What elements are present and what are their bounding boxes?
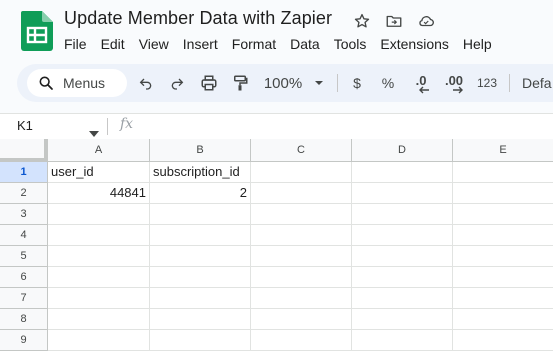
paint-format-icon[interactable]	[229, 73, 251, 93]
row-header-8[interactable]: 8	[0, 309, 48, 330]
row-header-6[interactable]: 6	[0, 267, 48, 288]
cell-a7[interactable]	[48, 288, 150, 309]
cell-d6[interactable]	[352, 267, 453, 288]
column-header-e[interactable]: E	[453, 139, 553, 162]
row-header-5[interactable]: 5	[0, 246, 48, 267]
cell-a8[interactable]	[48, 309, 150, 330]
cell-c4[interactable]	[251, 225, 352, 246]
search-menus-button[interactable]: Menus	[27, 69, 127, 97]
star-icon[interactable]	[350, 10, 374, 32]
cell-d2[interactable]	[352, 183, 453, 204]
name-box[interactable]: K1	[17, 118, 33, 133]
cell-c1[interactable]	[251, 162, 352, 183]
menu-data[interactable]: Data	[283, 34, 327, 54]
cell-e6[interactable]	[453, 267, 553, 288]
select-all-corner[interactable]	[0, 139, 48, 162]
increase-arrow-icon	[452, 86, 464, 94]
search-menus-label: Menus	[63, 75, 106, 91]
cell-c2[interactable]	[251, 183, 352, 204]
cell-e5[interactable]	[453, 246, 553, 267]
menu-extensions[interactable]: Extensions	[373, 34, 455, 54]
cell-d3[interactable]	[352, 204, 453, 225]
cell-d1[interactable]	[352, 162, 453, 183]
column-header-a[interactable]: A	[48, 139, 150, 162]
undo-icon[interactable]	[135, 73, 157, 93]
cell-a6[interactable]	[48, 267, 150, 288]
row-header-4[interactable]: 4	[0, 225, 48, 246]
cell-a2[interactable]: 44841	[48, 183, 150, 204]
redo-icon[interactable]	[166, 73, 188, 93]
zoom-dropdown-icon[interactable]	[313, 73, 325, 93]
cell-b1[interactable]: subscription_id	[150, 162, 251, 183]
column-header-b[interactable]: B	[150, 139, 251, 162]
cell-e3[interactable]	[453, 204, 553, 225]
cell-a1[interactable]: user_id	[48, 162, 150, 183]
cell-e2[interactable]	[453, 183, 553, 204]
row-header-1[interactable]: 1	[0, 162, 48, 183]
cell-b8[interactable]	[150, 309, 251, 330]
spreadsheet-grid: A B C D E 1 2 3 4 5 6 7 8 9 user_id subsc…	[0, 139, 553, 354]
cell-e4[interactable]	[453, 225, 553, 246]
cell-b9[interactable]	[150, 330, 251, 351]
cell-e9[interactable]	[453, 330, 553, 351]
search-icon	[39, 76, 53, 90]
cloud-saved-icon[interactable]	[414, 10, 438, 32]
row-header-7[interactable]: 7	[0, 288, 48, 309]
cell-d5[interactable]	[352, 246, 453, 267]
toolbar: Menus 100% $ % .0 .00 123 Defa	[17, 64, 553, 102]
row-header-2[interactable]: 2	[0, 183, 48, 204]
cell-a9[interactable]	[48, 330, 150, 351]
more-formats-button[interactable]: 123	[475, 73, 499, 93]
cell-d8[interactable]	[352, 309, 453, 330]
format-percent-button[interactable]: %	[380, 73, 396, 93]
cell-a5[interactable]	[48, 246, 150, 267]
menu-bar: File Edit View Insert Format Data Tools …	[57, 34, 499, 54]
menu-view[interactable]: View	[132, 34, 176, 54]
row-header-9[interactable]: 9	[0, 330, 48, 351]
cell-c9[interactable]	[251, 330, 352, 351]
cell-e7[interactable]	[453, 288, 553, 309]
cell-b6[interactable]	[150, 267, 251, 288]
menu-help[interactable]: Help	[456, 34, 499, 54]
menu-file[interactable]: File	[57, 34, 94, 54]
cell-c3[interactable]	[251, 204, 352, 225]
formula-bar: K1 fx	[0, 113, 553, 140]
cell-e8[interactable]	[453, 309, 553, 330]
menu-tools[interactable]: Tools	[327, 34, 374, 54]
cell-c7[interactable]	[251, 288, 352, 309]
document-title[interactable]: Update Member Data with Zapier	[64, 8, 332, 29]
column-header-c[interactable]: C	[251, 139, 352, 162]
cell-b2[interactable]: 2	[150, 183, 251, 204]
cell-d9[interactable]	[352, 330, 453, 351]
move-to-folder-icon[interactable]	[382, 10, 406, 32]
cell-b3[interactable]	[150, 204, 251, 225]
decrease-arrow-icon	[418, 86, 430, 94]
cell-b7[interactable]	[150, 288, 251, 309]
cell-d4[interactable]	[352, 225, 453, 246]
format-currency-button[interactable]: $	[349, 73, 365, 93]
menu-format[interactable]: Format	[225, 34, 283, 54]
cell-c8[interactable]	[251, 309, 352, 330]
cell-b4[interactable]	[150, 225, 251, 246]
zoom-select[interactable]: 100%	[263, 73, 303, 93]
formula-divider	[107, 118, 108, 135]
cell-a3[interactable]	[48, 204, 150, 225]
column-header-d[interactable]: D	[352, 139, 453, 162]
menu-insert[interactable]: Insert	[176, 34, 225, 54]
cell-b5[interactable]	[150, 246, 251, 267]
google-sheets-logo-icon[interactable]	[21, 11, 53, 51]
print-icon[interactable]	[198, 73, 220, 93]
cell-c5[interactable]	[251, 246, 352, 267]
row-header-3[interactable]: 3	[0, 204, 48, 225]
fx-icon: fx	[120, 116, 134, 132]
cell-c6[interactable]	[251, 267, 352, 288]
cell-d7[interactable]	[352, 288, 453, 309]
cell-e1[interactable]	[453, 162, 553, 183]
cell-a4[interactable]	[48, 225, 150, 246]
toolbar-divider	[337, 74, 338, 92]
toolbar-divider	[509, 74, 510, 92]
menu-edit[interactable]: Edit	[94, 34, 132, 54]
font-family-select[interactable]: Defa	[522, 73, 553, 93]
